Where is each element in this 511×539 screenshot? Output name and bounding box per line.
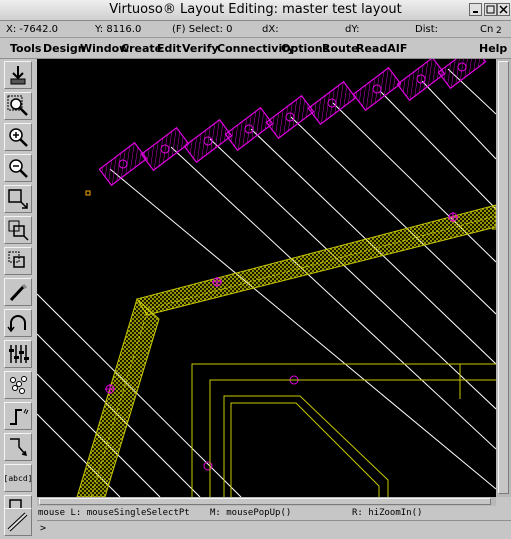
mouse-middle-binding: M: mousePopUp() xyxy=(210,508,292,518)
copy-icon xyxy=(8,220,29,241)
delete-button[interactable] xyxy=(4,278,32,306)
stretch-icon xyxy=(8,189,28,209)
measure-button[interactable] xyxy=(4,508,32,536)
measure-icon xyxy=(7,512,28,532)
zoom-fit-icon xyxy=(7,95,28,116)
dx-readout: dX: xyxy=(262,24,279,35)
layout-drawing xyxy=(37,59,496,497)
layout-canvas[interactable] xyxy=(37,59,496,497)
window-number: 2 xyxy=(496,26,502,36)
ruler-icon xyxy=(10,376,27,394)
mouse-right-binding: R: hiZoomIn() xyxy=(352,508,423,518)
zoom-out-icon xyxy=(9,159,28,178)
maximize-icon xyxy=(486,5,495,14)
menu-route[interactable]: Route xyxy=(322,42,359,55)
menu-tools[interactable]: Tools xyxy=(10,42,41,55)
copy-button[interactable] xyxy=(4,216,32,244)
window-title: Virtuoso® Layout Editing: master test la… xyxy=(109,2,402,17)
title-bar: Virtuoso® Layout Editing: master test la… xyxy=(0,0,511,21)
bond-pads xyxy=(98,59,487,187)
label-button[interactable]: [abcd] xyxy=(4,464,32,492)
command-prompt: > xyxy=(40,523,47,534)
cursor-x-readout: X: -7642.0 xyxy=(6,24,58,35)
zoom-fit-button[interactable] xyxy=(4,92,32,120)
dy-readout: dY: xyxy=(345,24,360,35)
horizontal-scroll-thumb[interactable] xyxy=(39,498,491,505)
menu-readaif[interactable]: ReadAIF xyxy=(356,42,407,55)
minimize-icon xyxy=(473,11,478,13)
menu-create[interactable]: Create xyxy=(121,42,162,55)
save-icon xyxy=(10,66,26,85)
stretch-button[interactable] xyxy=(4,185,32,213)
zoom-in-icon xyxy=(9,128,28,147)
menu-verify[interactable]: Verify xyxy=(182,42,219,55)
move-icon xyxy=(8,251,25,268)
close-icon xyxy=(499,5,508,14)
menu-bar: Tools Design Window Create Edit Verify C… xyxy=(0,38,511,59)
vertical-scrollbar[interactable] xyxy=(496,59,511,497)
bond-pad[interactable] xyxy=(352,66,402,112)
status-bar: X: -7642.0 Y: 8116.0 (F) Select: 0 dX: d… xyxy=(0,21,511,38)
zoom-out-button[interactable] xyxy=(4,154,32,182)
command-line[interactable]: > xyxy=(37,520,511,538)
label-icon: [abcd] xyxy=(3,473,33,483)
via-markers xyxy=(105,212,458,471)
property-icon xyxy=(9,345,29,363)
maximize-button[interactable] xyxy=(484,3,497,16)
save-button[interactable] xyxy=(4,61,32,89)
dist-readout: Dist: xyxy=(415,24,438,35)
vertical-scroll-thumb[interactable] xyxy=(498,61,509,494)
metal-path[interactable] xyxy=(76,204,496,497)
horizontal-scrollbar[interactable] xyxy=(37,497,496,506)
path-button[interactable] xyxy=(4,402,32,430)
menu-help[interactable]: Help xyxy=(479,42,507,55)
polygon-button[interactable] xyxy=(4,433,32,461)
cursor-y-readout: Y: 8116.0 xyxy=(95,24,142,35)
close-button[interactable] xyxy=(497,3,510,16)
mouse-left-binding: mouse L: mouseSingleSelectPt xyxy=(38,508,190,518)
bond-pad[interactable] xyxy=(140,126,190,172)
bond-pad[interactable] xyxy=(183,118,233,164)
polygon-icon xyxy=(10,438,28,457)
tool-palette: [abcd] xyxy=(0,59,37,539)
undo-icon xyxy=(7,315,26,333)
origin-marker xyxy=(85,190,91,196)
zoom-in-button[interactable] xyxy=(4,123,32,151)
bond-pad[interactable] xyxy=(437,59,487,90)
bond-pad[interactable] xyxy=(224,106,274,152)
menu-edit[interactable]: Edit xyxy=(157,42,181,55)
mouse-binding-bar: mouse L: mouseSingleSelectPt M: mousePop… xyxy=(37,506,511,520)
property-button[interactable] xyxy=(4,340,32,368)
bond-pad[interactable] xyxy=(98,141,148,187)
undo-button[interactable] xyxy=(4,309,32,337)
cell-boundary xyxy=(191,363,496,497)
path-icon xyxy=(10,408,29,425)
ruler-button[interactable] xyxy=(4,371,32,399)
minimize-button[interactable] xyxy=(469,3,482,16)
move-button[interactable] xyxy=(4,247,32,275)
cmd-readout: Cn xyxy=(480,24,494,35)
delete-icon xyxy=(9,283,28,302)
bond-pad[interactable] xyxy=(396,59,446,102)
select-count: (F) Select: 0 xyxy=(172,24,233,35)
